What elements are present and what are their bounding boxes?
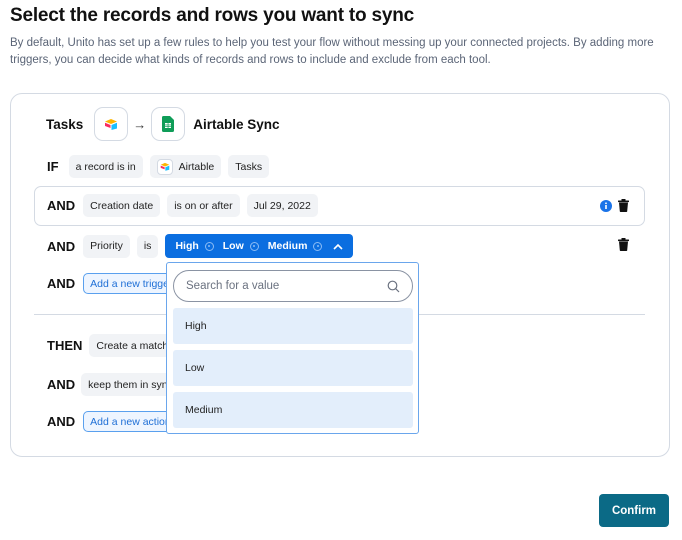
- delete-icon[interactable]: [618, 238, 629, 251]
- tool-icon-box: [156, 158, 173, 175]
- and-keyword: AND: [47, 414, 76, 429]
- selected-tag: Low: [223, 240, 259, 252]
- add-action-button[interactable]: Add a new action: [83, 411, 178, 432]
- target-tool-icon-box: [151, 107, 186, 141]
- field-chip[interactable]: Creation date: [83, 194, 161, 217]
- google-sheets-icon: [162, 116, 175, 132]
- confirm-button[interactable]: Confirm: [599, 494, 669, 527]
- if-row: IF a record is in Airtable Tasks: [47, 155, 270, 178]
- and-keyword: AND: [47, 198, 76, 213]
- priority-options-dropdown: High Low Medium: [166, 262, 419, 434]
- then-keyword: THEN: [47, 338, 83, 353]
- arrow-icon: →: [133, 116, 147, 132]
- airtable-icon: [160, 162, 169, 171]
- delete-icon[interactable]: [618, 199, 629, 212]
- operator-chip[interactable]: is on or after: [167, 194, 240, 217]
- table-chip[interactable]: Tasks: [228, 155, 270, 178]
- sync-name: Airtable Sync: [193, 116, 280, 132]
- date-trigger-row: AND Creation date is on or after Jul 29,…: [47, 194, 318, 217]
- tool-name: Airtable: [178, 160, 215, 173]
- page-title: Select the records and rows you want to …: [10, 5, 415, 26]
- option-high[interactable]: High: [173, 308, 413, 344]
- search-field[interactable]: [173, 270, 413, 302]
- remove-tag-icon[interactable]: [313, 241, 323, 251]
- and-keyword: AND: [47, 377, 76, 392]
- if-keyword: IF: [47, 159, 59, 174]
- chevron-up-icon[interactable]: [333, 243, 344, 250]
- condition-chip[interactable]: a record is in: [68, 155, 143, 178]
- tag-label: Low: [222, 240, 244, 252]
- source-table-label: Tasks: [46, 116, 84, 132]
- remove-tag-icon[interactable]: [204, 241, 214, 251]
- flow-header: Tasks → Airtable Sync: [46, 107, 280, 141]
- and-keyword: AND: [47, 276, 76, 291]
- priority-multiselect[interactable]: High Low Medium: [165, 234, 354, 258]
- operator-chip[interactable]: is: [136, 234, 159, 258]
- airtable-icon: [105, 119, 118, 130]
- option-low[interactable]: Low: [173, 350, 413, 386]
- and-keyword: AND: [47, 238, 76, 254]
- search-input[interactable]: [186, 280, 387, 292]
- selected-tag: High: [175, 240, 214, 252]
- page-description: By default, Unito has set up a few rules…: [10, 37, 654, 66]
- date-value-chip[interactable]: Jul 29, 2022: [246, 194, 318, 217]
- tag-label: High: [175, 240, 199, 252]
- priority-trigger-row: AND Priority is High Low Medium: [47, 234, 354, 258]
- info-icon[interactable]: [600, 200, 612, 212]
- tool-chip[interactable]: Airtable: [149, 155, 222, 178]
- source-tool-icon-box: [94, 107, 129, 141]
- keep-sync-row: AND keep them in sync: [47, 373, 180, 396]
- remove-tag-icon[interactable]: [249, 241, 259, 251]
- tag-label: Medium: [267, 240, 308, 252]
- selected-tag: Medium: [268, 240, 323, 252]
- option-medium[interactable]: Medium: [173, 392, 413, 428]
- search-icon: [387, 280, 400, 292]
- add-trigger-row: AND Add a new trigger: [47, 273, 180, 294]
- add-action-row: AND Add a new action: [47, 411, 178, 432]
- field-chip[interactable]: Priority: [83, 234, 130, 258]
